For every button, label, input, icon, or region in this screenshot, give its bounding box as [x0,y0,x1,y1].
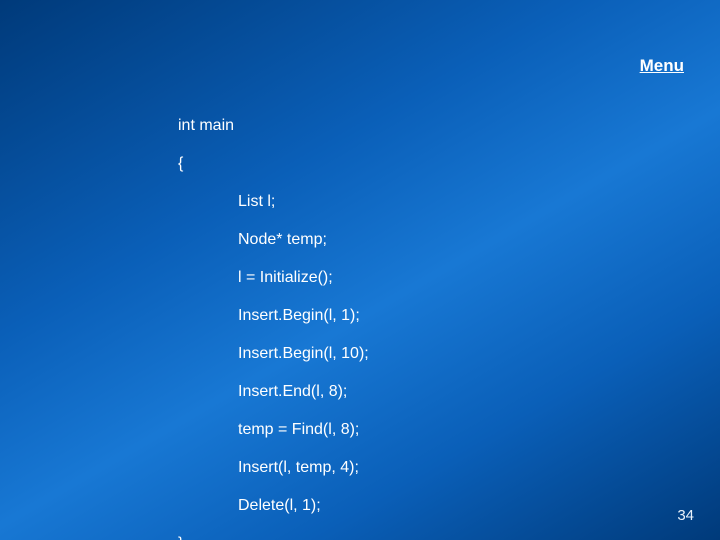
code-line: List l; [238,194,369,210]
code-line: Insert.Begin(l, 10); [238,346,369,362]
code-line: } [178,536,369,540]
code-line: Delete(l, 1); [238,498,369,514]
page-number: 34 [677,507,694,524]
code-line: int main [178,118,369,134]
code-line: l = Initialize(); [238,270,369,286]
code-line: temp = Find(l, 8); [238,422,369,438]
code-line: { [178,156,369,172]
menu-link[interactable]: Menu [640,56,684,76]
code-line: Insert.Begin(l, 1); [238,308,369,324]
code-block: int main { List l; Node* temp; l = Initi… [178,118,369,540]
code-line: Insert(l, temp, 4); [238,460,369,476]
code-line: Insert.End(l, 8); [238,384,369,400]
code-line: Node* temp; [238,232,369,248]
